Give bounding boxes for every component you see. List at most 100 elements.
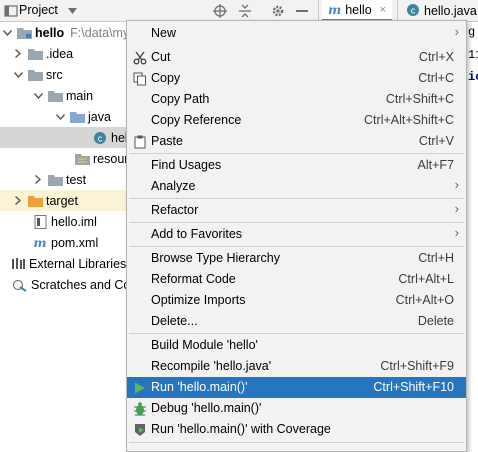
- library-icon: [10, 257, 26, 271]
- menu-item-label: Cut: [151, 50, 171, 64]
- menu-item-analyze[interactable]: Analyze ›: [127, 176, 466, 197]
- tree-item-label: java: [88, 109, 111, 124]
- menu-item-shortcut: Ctrl+V: [418, 134, 454, 148]
- code-fragment: g.: [468, 25, 478, 39]
- menu-item-new[interactable]: New ›: [127, 23, 466, 44]
- chevron-down-icon[interactable]: [13, 70, 23, 80]
- tree-item-label: External Libraries: [29, 256, 127, 271]
- tree-item-external-libraries[interactable]: External Libraries: [0, 253, 127, 274]
- menu-item-debug-main[interactable]: Debug 'hello.main()': [127, 398, 466, 419]
- maven-icon: m: [328, 2, 342, 17]
- tab-hello-java[interactable]: c hello.java: [400, 0, 478, 22]
- project-view-icon[interactable]: [1, 1, 21, 21]
- iml-file-icon: [32, 214, 48, 229]
- menu-item-shortcut: Ctrl+Alt+O: [395, 293, 454, 307]
- paste-icon: [132, 134, 148, 150]
- locate-file-icon[interactable]: [210, 1, 230, 21]
- maven-icon: m: [33, 235, 47, 250]
- menu-item-run-main[interactable]: Run 'hello.main()' Ctrl+Shift+F10: [127, 377, 466, 398]
- chevron-down-icon[interactable]: [62, 1, 82, 21]
- menu-item-browse-type-hierarchy[interactable]: Browse Type Hierarchy Ctrl+H: [127, 248, 466, 269]
- menu-separator: [129, 222, 464, 223]
- menu-item-find-usages[interactable]: Find Usages Alt+F7: [127, 155, 466, 176]
- menu-separator: [129, 246, 464, 247]
- menu-item-label: Reformat Code: [151, 272, 236, 286]
- tree-item-hello[interactable]: hello F:\data\my: [0, 22, 127, 43]
- chevron-right-icon[interactable]: [13, 196, 23, 206]
- close-icon[interactable]: ×: [380, 4, 386, 16]
- menu-separator: [129, 442, 464, 443]
- menu-item-add-to-favorites[interactable]: Add to Favorites ›: [127, 224, 466, 245]
- menu-item-label: Paste: [151, 134, 183, 148]
- menu-item-run-with-coverage[interactable]: Run 'hello.main()' with Coverage: [127, 419, 466, 440]
- debug-bug-icon: [132, 401, 148, 417]
- tree-item-src[interactable]: src: [0, 64, 127, 85]
- editor-area[interactable]: g. 11 ic: [466, 22, 478, 449]
- tree-item-main[interactable]: main: [0, 85, 127, 106]
- tree-item-pom-xml[interactable]: m pom.xml: [0, 232, 127, 253]
- tree-item-hello-class[interactable]: c hel: [0, 127, 127, 148]
- excluded-folder-icon: [27, 194, 43, 208]
- menu-item-shortcut: Ctrl+Shift+C: [385, 92, 454, 106]
- java-class-icon: c: [406, 3, 420, 20]
- tree-item-label: hel: [111, 130, 127, 145]
- menu-item-paste[interactable]: Paste Ctrl+V: [127, 131, 466, 152]
- tab-label: hello: [345, 2, 372, 17]
- menu-item-shortcut: Ctrl+C: [418, 71, 454, 85]
- tree-item-java[interactable]: java: [0, 106, 127, 127]
- tree-item-label: src: [46, 67, 63, 82]
- resources-folder-icon: [74, 152, 90, 166]
- project-toolbar: Project m hello × c hello.java: [0, 0, 478, 22]
- chevron-down-icon[interactable]: [2, 28, 12, 38]
- tree-item-hello-iml[interactable]: hello.iml: [0, 211, 127, 232]
- menu-separator: [129, 198, 464, 199]
- tab-hello-maven[interactable]: m hello ×: [322, 0, 393, 22]
- folder-icon: [27, 68, 43, 82]
- minimize-icon[interactable]: [292, 1, 312, 21]
- context-menu: New › Cut Ctrl+X Copy Ctrl+C Copy Path C…: [126, 20, 467, 452]
- menu-item-reformat-code[interactable]: Reformat Code Ctrl+Alt+L: [127, 269, 466, 290]
- menu-item-refactor[interactable]: Refactor ›: [127, 200, 466, 221]
- menu-item-shortcut: Ctrl+Alt+L: [398, 272, 454, 286]
- tree-item-resources[interactable]: resour: [0, 148, 127, 169]
- tree-item-test[interactable]: test: [0, 169, 127, 190]
- menu-item-label: Add to Favorites: [151, 227, 243, 241]
- menu-item-label: Find Usages: [151, 158, 222, 172]
- menu-item-recompile[interactable]: Recompile 'hello.java' Ctrl+Shift+F9: [127, 356, 466, 377]
- chevron-right-icon[interactable]: [13, 49, 23, 59]
- tree-item-label: target: [46, 193, 78, 208]
- menu-item-label: Recompile 'hello.java': [151, 359, 272, 373]
- menu-item-shortcut: Ctrl+Shift+F9: [380, 359, 454, 373]
- run-icon: [132, 380, 148, 396]
- menu-item-copy-path[interactable]: Copy Path Ctrl+Shift+C: [127, 89, 466, 110]
- chevron-right-icon[interactable]: [33, 175, 43, 185]
- menu-item-copy-reference[interactable]: Copy Reference Ctrl+Alt+Shift+C: [127, 110, 466, 131]
- menu-item-label: Copy: [151, 71, 181, 85]
- menu-item-cut[interactable]: Cut Ctrl+X: [127, 47, 466, 68]
- gear-icon[interactable]: [268, 1, 288, 21]
- submenu-arrow-icon: ›: [454, 225, 459, 240]
- project-view-label[interactable]: Project: [19, 3, 58, 17]
- project-tree: hello F:\data\my .idea src main java c h…: [0, 22, 127, 449]
- tree-item-target[interactable]: target: [0, 190, 127, 211]
- folder-icon: [27, 47, 43, 61]
- menu-item-copy[interactable]: Copy Ctrl+C: [127, 68, 466, 89]
- tree-item-label: main: [66, 88, 94, 103]
- menu-item-label: Optimize Imports: [151, 293, 246, 307]
- java-class-icon: c: [92, 131, 108, 145]
- submenu-arrow-icon: ›: [454, 177, 459, 192]
- chevron-down-icon[interactable]: [55, 112, 65, 122]
- menu-item-build-module[interactable]: Build Module 'hello': [127, 335, 466, 356]
- menu-item-delete[interactable]: Delete... Delete: [127, 311, 466, 332]
- tree-item-scratches[interactable]: Scratches and Co: [0, 274, 127, 295]
- tab-label: hello.java: [424, 4, 477, 18]
- chevron-down-icon[interactable]: [33, 91, 43, 101]
- module-folder-icon: [16, 26, 32, 40]
- tree-item-label: test: [66, 172, 87, 187]
- menu-item-label: Refactor: [151, 203, 199, 217]
- menu-item-optimize-imports[interactable]: Optimize Imports Ctrl+Alt+O: [127, 290, 466, 311]
- menu-item-label: New: [151, 26, 177, 40]
- menu-item-label: Debug 'hello.main()': [151, 401, 262, 415]
- collapse-all-icon[interactable]: [235, 1, 255, 21]
- tree-item-idea[interactable]: .idea: [0, 43, 127, 64]
